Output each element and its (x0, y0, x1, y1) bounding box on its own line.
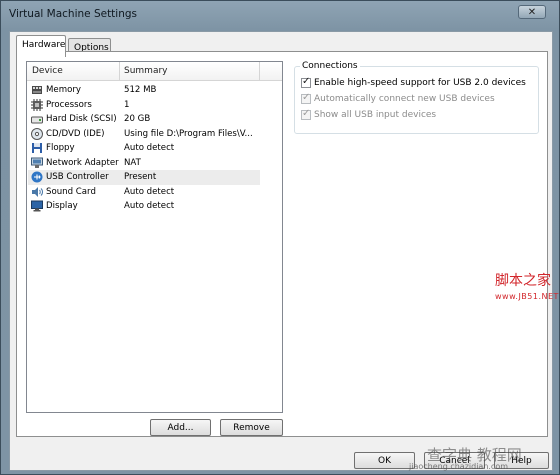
device-list-header: Device Summary (27, 62, 282, 81)
device-row-hard-disk[interactable]: Hard Disk (SCSI) 20 GB (28, 112, 260, 127)
connections-group: Connections ✓ Enable high-speed support … (294, 61, 539, 134)
device-row-floppy[interactable]: Floppy Auto detect (28, 141, 260, 156)
checkmark-icon: ✓ (302, 75, 311, 87)
watermark-site-url: jiaocheng.chazidian.com (409, 462, 509, 471)
remove-device-button[interactable]: Remove (220, 419, 283, 436)
device-summary: 1 (124, 99, 130, 110)
device-list[interactable]: Device Summary Memory 512 MB Processors … (26, 61, 283, 413)
device-row-usb-controller[interactable]: USB Controller Present (28, 170, 260, 185)
option-show-usb-input: ✓ Show all USB input devices (301, 108, 436, 121)
display-icon (31, 200, 43, 212)
tab-hardware[interactable]: Hardware (16, 35, 66, 57)
checkmark-icon: ✓ (302, 91, 311, 103)
device-row-processors[interactable]: Processors 1 (28, 98, 260, 113)
checkbox: ✓ (301, 107, 311, 120)
device-row-sound-card[interactable]: Sound Card Auto detect (28, 185, 260, 200)
tab-hardware-label: Hardware (22, 40, 66, 50)
virtual-machine-settings-window: Virtual Machine Settings ✕ Hardware Opti… (0, 0, 560, 475)
watermark-url: www.JB51.NET (495, 292, 559, 301)
device-name: CD/DVD (IDE) (46, 128, 105, 139)
dialog-client-area: Hardware Options Device Summary Memory 5… (9, 31, 558, 471)
hard-disk-icon (31, 116, 43, 124)
title-bar[interactable]: Virtual Machine Settings ✕ (1, 1, 559, 29)
device-summary: Auto detect (124, 201, 175, 211)
column-header-device[interactable]: Device (32, 66, 63, 76)
sound-card-icon (32, 186, 43, 197)
close-icon: ✕ (527, 6, 537, 18)
device-name: Processors (46, 99, 92, 110)
device-summary: 20 GB (124, 114, 151, 124)
column-divider[interactable] (259, 62, 260, 81)
device-row-network-adapter[interactable]: Network Adapter NAT (28, 156, 260, 171)
device-summary: 512 MB (124, 85, 157, 95)
device-row-cd-dvd[interactable]: CD/DVD (IDE) Using file D:\Program Files… (28, 127, 260, 142)
cd-dvd-icon (31, 127, 43, 140)
network-adapter-icon (31, 157, 43, 168)
connections-group-title: Connections (300, 61, 360, 71)
checkbox[interactable]: ✓ (301, 75, 311, 88)
device-summary: Using file D:\Program Files\V... (124, 128, 253, 139)
device-summary: Auto detect (124, 143, 175, 153)
device-name: USB Controller (46, 172, 109, 182)
checkbox-label: Automatically connect new USB devices (314, 93, 495, 104)
checkbox: ✓ (301, 91, 311, 104)
processor-icon (31, 98, 43, 111)
memory-icon (32, 86, 42, 94)
option-auto-connect-usb: ✓ Automatically connect new USB devices (301, 92, 495, 105)
device-summary: NAT (124, 157, 141, 168)
watermark-brand: 脚本之家 (495, 273, 551, 289)
device-row-memory[interactable]: Memory 512 MB (28, 83, 260, 98)
device-row-display[interactable]: Display Auto detect (28, 199, 260, 214)
column-divider[interactable] (119, 62, 120, 81)
device-summary: Present (124, 172, 157, 182)
ok-button[interactable]: OK (354, 452, 415, 469)
device-summary: Auto detect (124, 186, 175, 197)
checkbox-label[interactable]: Enable high-speed support for USB 2.0 de… (314, 78, 526, 88)
floppy-icon (32, 143, 42, 153)
device-name: Network Adapter (46, 157, 119, 168)
device-name: Floppy (46, 143, 75, 153)
device-name: Memory (46, 85, 81, 95)
option-usb2-highspeed[interactable]: ✓ Enable high-speed support for USB 2.0 … (301, 76, 526, 89)
column-header-summary[interactable]: Summary (124, 66, 168, 76)
add-device-button[interactable]: Add... (150, 419, 211, 436)
checkmark-icon: ✓ (302, 107, 311, 119)
device-name: Hard Disk (SCSI) (46, 114, 117, 124)
window-title: Virtual Machine Settings (9, 8, 138, 20)
checkbox-label: Show all USB input devices (314, 109, 437, 120)
device-name: Sound Card (46, 186, 96, 197)
device-name: Display (46, 201, 78, 211)
usb-controller-icon (31, 171, 43, 183)
close-button[interactable]: ✕ (518, 5, 546, 19)
hardware-tab-panel: Device Summary Memory 512 MB Processors … (16, 51, 558, 437)
